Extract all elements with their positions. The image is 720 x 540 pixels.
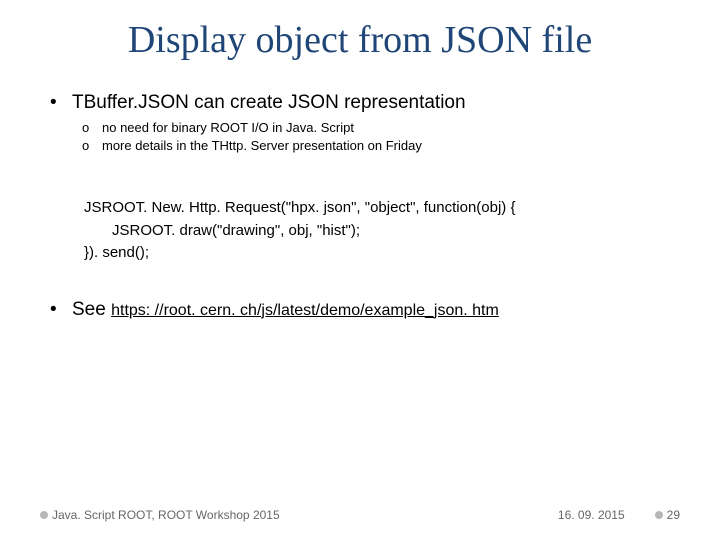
sub-bullet-item: more details in the THttp. Server presen…	[82, 138, 680, 153]
footer-page: 29	[655, 508, 680, 522]
code-line: JSROOT. New. Http. Request("hpx. json", …	[84, 199, 515, 216]
bullet-text: TBuffer.JSON can create JSON representat…	[72, 92, 466, 113]
footer-date: 16. 09. 2015	[558, 508, 625, 522]
demo-link[interactable]: https: //root. cern. ch/js/latest/demo/e…	[111, 302, 499, 319]
code-line: JSROOT. draw("drawing", obj, "hist");	[84, 220, 680, 243]
sub-bullet-text: more details in the THttp. Server presen…	[102, 138, 422, 153]
footer-left: Java. Script ROOT, ROOT Workshop 2015	[40, 508, 280, 522]
slide: Display object from JSON file TBuffer.JS…	[0, 0, 720, 540]
bullet-icon	[655, 511, 663, 519]
sub-bullet-list: no need for binary ROOT I/O in Java. Scr…	[82, 120, 680, 153]
slide-title: Display object from JSON file	[40, 18, 680, 62]
footer-text: Java. Script ROOT, ROOT Workshop 2015	[52, 508, 280, 522]
sub-bullet-text: no need for binary ROOT I/O in Java. Scr…	[102, 120, 354, 135]
bullet-icon	[40, 511, 48, 519]
footer: Java. Script ROOT, ROOT Workshop 2015 16…	[40, 508, 680, 522]
code-line: }). send();	[84, 244, 149, 261]
bullet-list: See https: //root. cern. ch/js/latest/de…	[50, 299, 680, 321]
bullet-item: See https: //root. cern. ch/js/latest/de…	[50, 299, 680, 321]
bullet-text: See	[72, 299, 111, 320]
sub-bullet-item: no need for binary ROOT I/O in Java. Scr…	[82, 120, 680, 135]
code-block: JSROOT. New. Http. Request("hpx. json", …	[84, 197, 680, 265]
page-number: 29	[667, 508, 680, 522]
footer-date-text: 16. 09. 2015	[558, 508, 625, 522]
bullet-list: TBuffer.JSON can create JSON representat…	[50, 92, 680, 153]
bullet-item: TBuffer.JSON can create JSON representat…	[50, 92, 680, 153]
